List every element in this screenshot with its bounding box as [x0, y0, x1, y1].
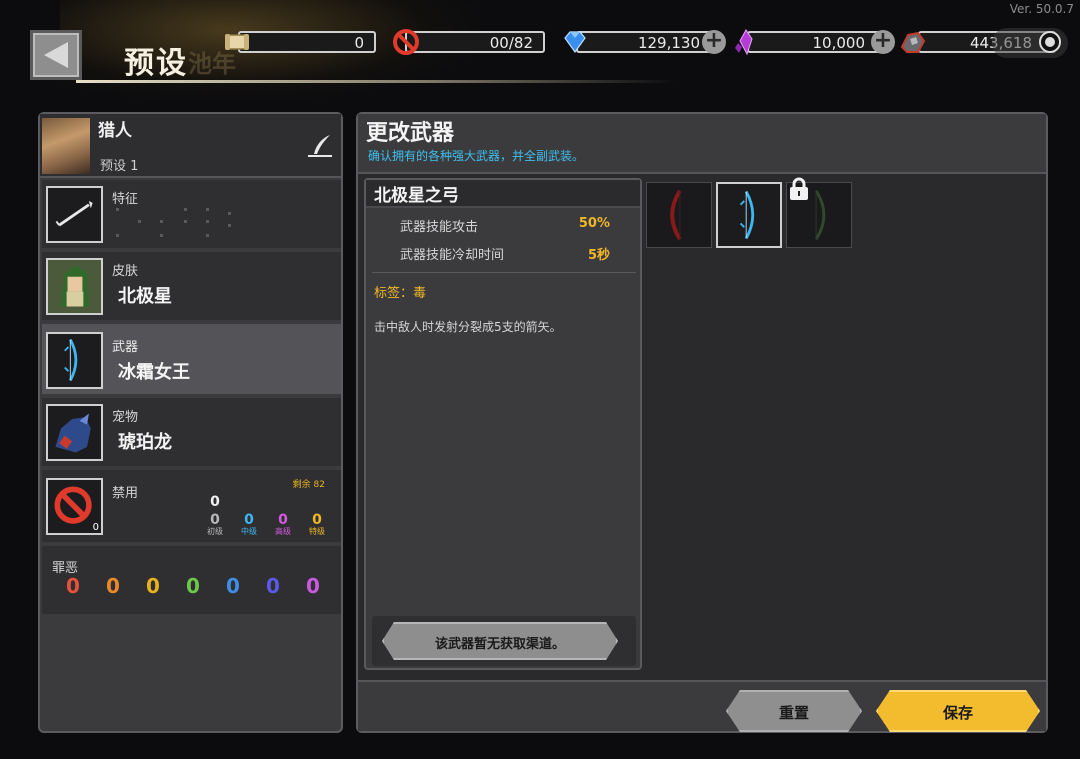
ban-box: 0	[46, 478, 103, 535]
slot-weapon-name: 冰霜女王	[118, 362, 190, 383]
ban-tier-label: 特级	[309, 527, 325, 536]
rename-quill-icon[interactable]	[306, 132, 334, 160]
ban-tier-label: 高级	[275, 527, 291, 536]
hero-name: 猎人	[98, 121, 132, 141]
preset-loadout-panel: 猎人 预设 1 特征 皮肤 北极星 武器 冰霜女王 宠物 琥珀龙 0 禁用 剩余…	[38, 112, 343, 733]
sin-value: 0	[66, 574, 80, 598]
sin-value: 0	[306, 574, 320, 598]
obtain-button-label: 该武器暂无获取渠道。	[434, 637, 565, 652]
settings-button[interactable]	[1039, 31, 1061, 53]
dragon-pet-icon	[55, 413, 91, 453]
frost-bow-icon	[64, 338, 78, 382]
crystal-icon	[735, 29, 753, 56]
back-button[interactable]	[30, 30, 82, 80]
stat-label: 武器技能冷却时间	[400, 248, 505, 263]
red-bow-icon	[670, 189, 682, 241]
page-title: 预设	[124, 46, 188, 81]
stat-value: 5秒	[587, 248, 610, 263]
weapon-slot-frost-bow[interactable]	[716, 182, 782, 248]
slot-trait-category: 特征	[112, 192, 139, 207]
resource-crystal-value: 10,000	[812, 34, 866, 52]
slot-pet-name: 琥珀龙	[118, 432, 172, 453]
resource-scroll: 0	[238, 31, 376, 53]
slot-ban-category: 禁用	[112, 486, 139, 501]
weapon-grid	[646, 182, 858, 248]
resource-diamond: 129,130	[576, 31, 716, 53]
slot-pet-category: 宠物	[112, 410, 139, 425]
panel-subtitle: 确认拥有的各种强大武器，并全副武装。	[368, 149, 585, 163]
resource-scroll-value: 0	[354, 34, 364, 52]
slot-pet[interactable]: 宠物 琥珀龙	[42, 398, 341, 466]
resource-crystal: 10,000	[747, 31, 887, 53]
resource-diamond-value: 129,130	[637, 34, 700, 52]
scroll-icon	[225, 34, 249, 50]
skin-portrait	[46, 258, 103, 315]
weapon-name: 北极星之弓	[374, 186, 459, 206]
ban-tier-label: 中级	[241, 527, 257, 536]
panel-title: 更改武器	[366, 121, 455, 146]
version-label: Ver. 50.0.7	[1009, 2, 1074, 16]
save-button[interactable]: 保存	[876, 690, 1040, 732]
preset-label: 预设 1	[100, 159, 139, 174]
stat-value: 50%	[578, 216, 610, 231]
ban-slot-badge: 0	[92, 522, 99, 533]
slot-skin-category: 皮肤	[112, 264, 139, 279]
weapon-box	[46, 332, 103, 389]
sin-value: 0	[106, 574, 120, 598]
add-diamond-button[interactable]: +	[702, 30, 726, 54]
weapon-slot-red-bow[interactable]	[646, 182, 712, 248]
slot-weapon-category: 武器	[112, 340, 139, 355]
weapon-description: 击中敌人时发射分裂成5支的箭矢。	[374, 320, 562, 334]
slot-ban[interactable]: 0 禁用 剩余 82 0 0 初级 0 中级 0 高级 0 特级	[42, 470, 341, 542]
weapon-tag: 标签：毒	[374, 286, 427, 301]
slot-trait[interactable]: 特征	[42, 180, 341, 248]
ban-counts: 0 0 初级 0 中级 0 高级 0 特级	[202, 492, 332, 542]
slot-skin[interactable]: 皮肤 北极星	[42, 252, 341, 320]
ban-icon	[393, 29, 419, 55]
reset-button[interactable]: 重置	[726, 690, 862, 732]
weapon-name-bar: 北极星之弓	[366, 180, 640, 208]
ban-tier-basic: 0 初级	[200, 512, 230, 537]
obtain-area: 该武器暂无获取渠道。	[372, 616, 636, 666]
ban-tier-mid: 0 中级	[234, 512, 264, 537]
resource-ban-value: 00/82	[489, 34, 533, 52]
lock-icon	[790, 177, 808, 200]
weapon-detail-card: 北极星之弓 武器技能攻击 50% 武器技能冷却时间 5秒 标签：毒 击中敌人时发…	[364, 178, 642, 670]
reset-button-label: 重置	[778, 704, 809, 722]
arrow-trait-icon	[55, 201, 93, 227]
detail-divider	[372, 272, 636, 273]
ban-tier-special: 0 特级	[302, 512, 332, 537]
sin-value: 0	[146, 574, 160, 598]
hero-header: 猎人 预设 1	[40, 114, 341, 178]
hooded-archer-icon	[48, 260, 101, 313]
ore-icon	[900, 31, 926, 53]
trait-placeholder-dots	[114, 206, 244, 246]
back-arrow-icon	[44, 42, 68, 68]
resource-ban: 00/82	[405, 31, 545, 53]
sin-value: 0	[226, 574, 240, 598]
sins-row: 0 0 0 0 0 0 0	[66, 574, 326, 604]
pet-box	[46, 404, 103, 461]
title-underline	[76, 80, 676, 83]
frost-bow-icon	[739, 190, 755, 240]
diamond-icon	[564, 31, 586, 54]
slot-weapon[interactable]: 武器 冰霜女王	[42, 324, 341, 394]
action-bar: 重置 保存	[358, 680, 1046, 731]
obtain-button[interactable]: 该武器暂无获取渠道。	[382, 622, 618, 660]
hero-portrait	[42, 118, 90, 174]
ban-total: 0	[210, 494, 220, 510]
ban-remaining: 剩余 82	[292, 480, 325, 490]
ban-tier-label: 初级	[207, 527, 223, 536]
change-weapon-panel: 更改武器 确认拥有的各种强大武器，并全副武装。 北极星之弓 武器技能攻击 50%…	[356, 112, 1048, 733]
ban-tier-high: 0 高级	[268, 512, 298, 537]
stat-label: 武器技能攻击	[400, 220, 479, 235]
panel-header: 更改武器 确认拥有的各种强大武器，并全副武装。	[358, 114, 1046, 174]
sin-value: 0	[186, 574, 200, 598]
add-crystal-button[interactable]: +	[871, 30, 895, 54]
slot-skin-name: 北极星	[118, 286, 172, 307]
save-button-label: 保存	[942, 704, 973, 722]
trait-box	[46, 186, 103, 243]
sin-value: 0	[266, 574, 280, 598]
